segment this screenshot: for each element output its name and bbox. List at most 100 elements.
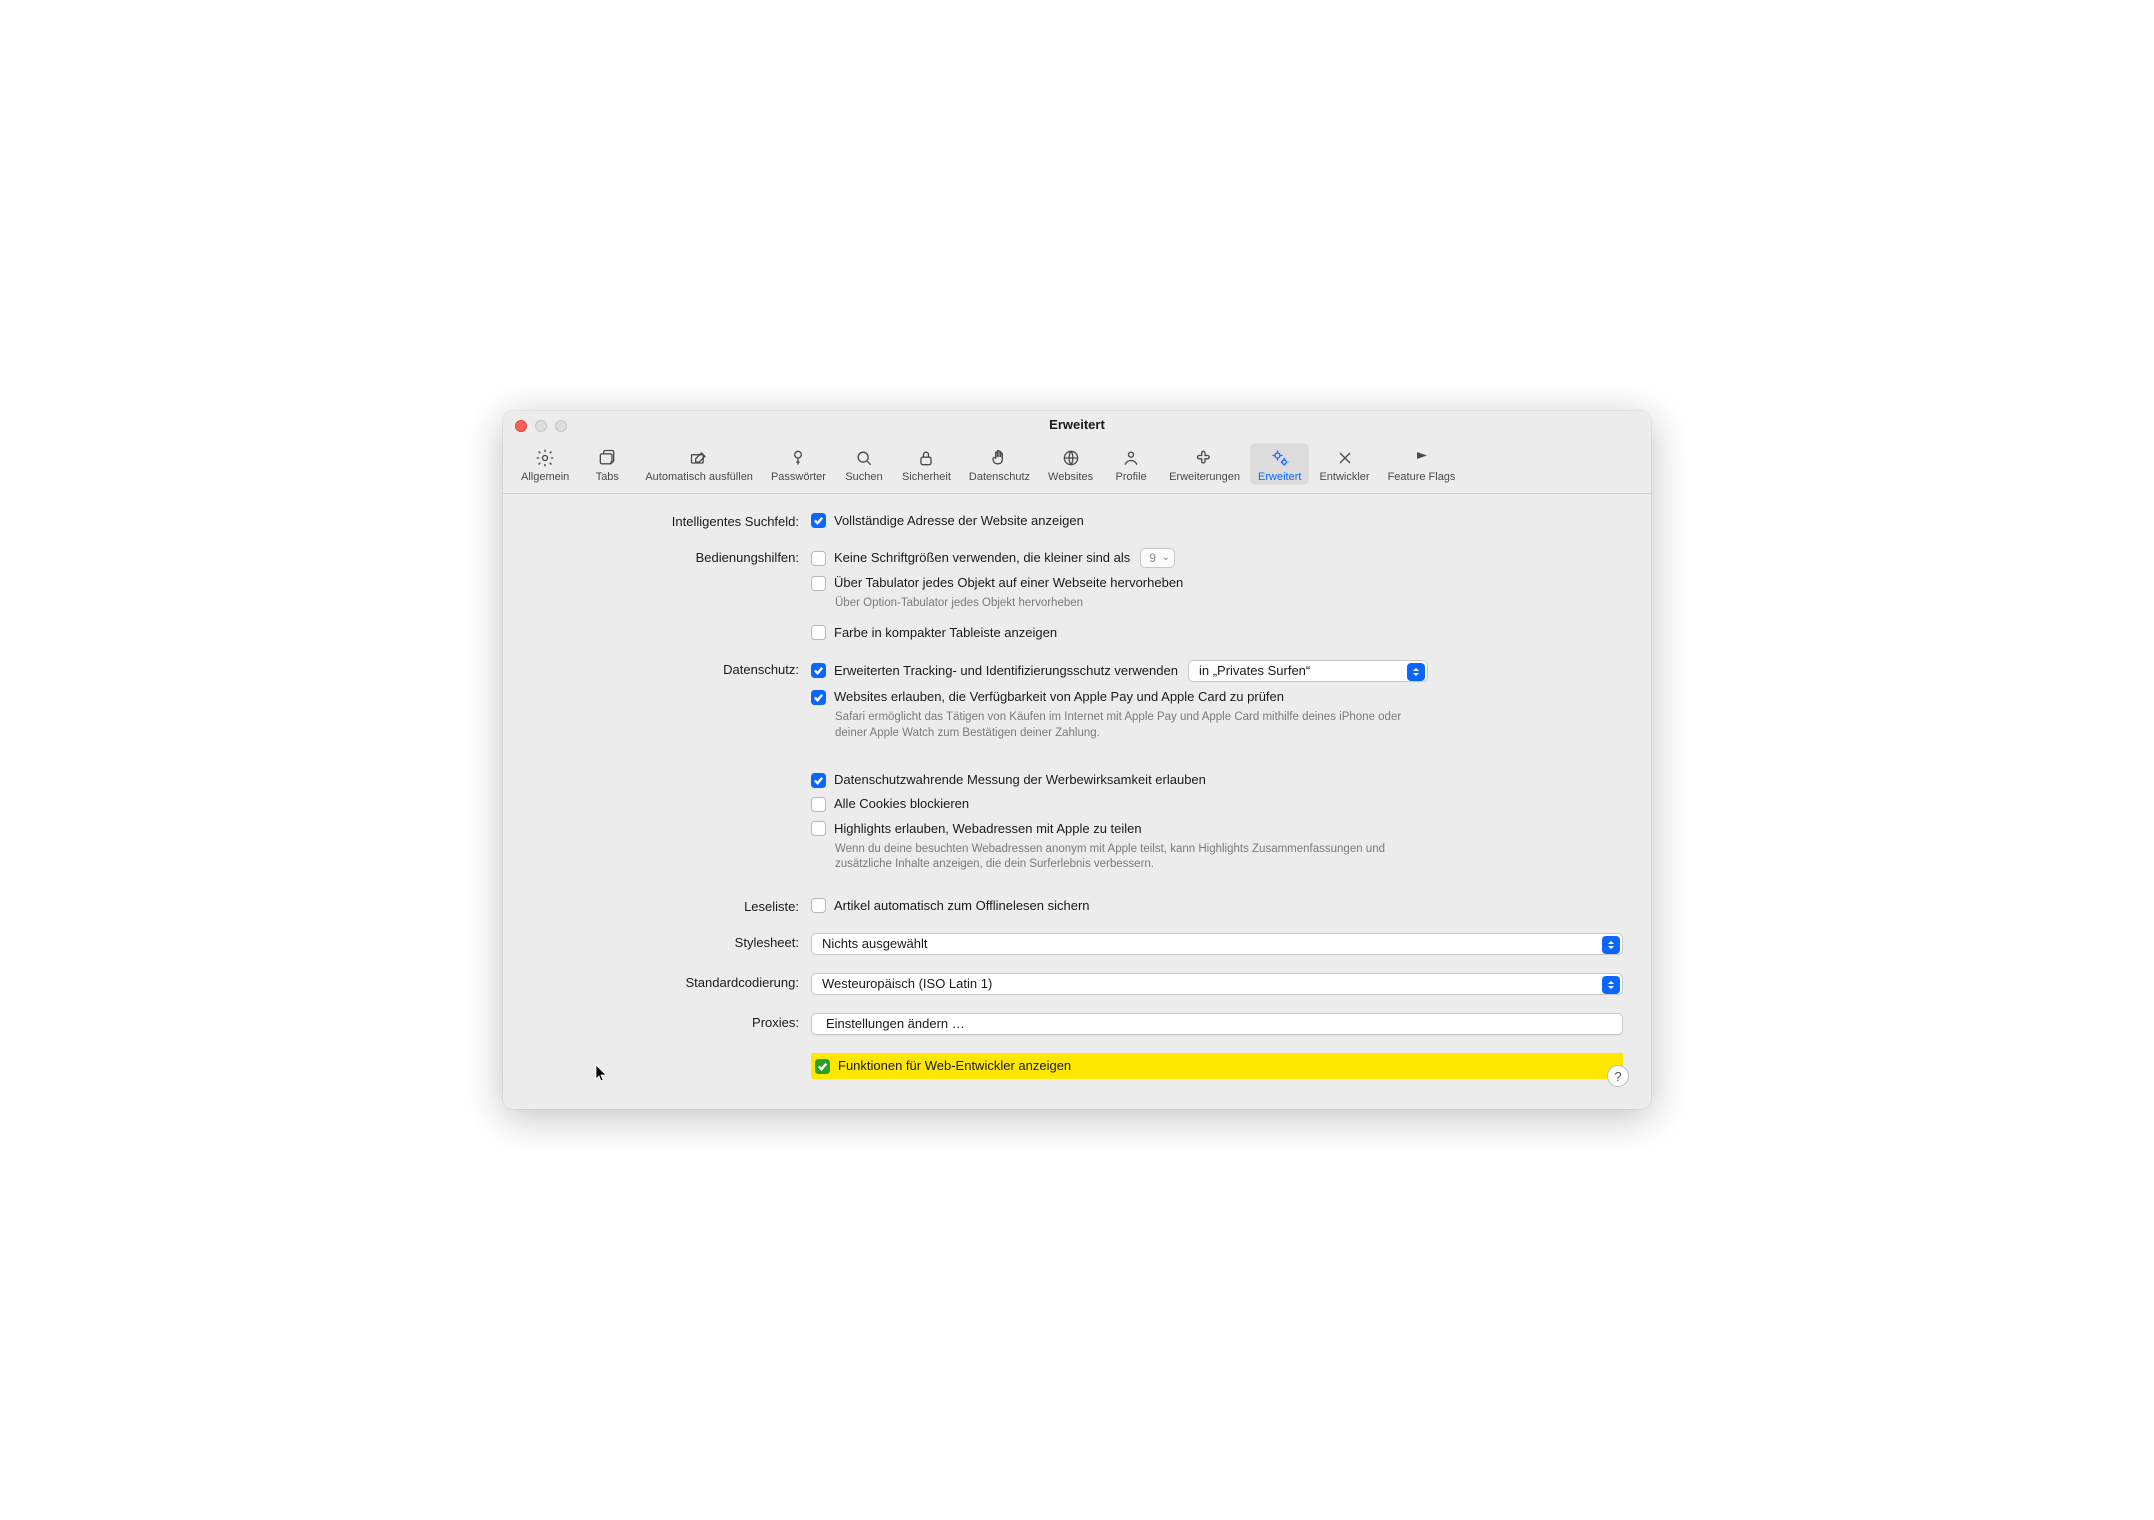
tab-extensions[interactable]: Erweiterungen: [1161, 443, 1248, 485]
tab-label: Erweitert: [1258, 471, 1301, 483]
tab-label: Erweiterungen: [1169, 471, 1240, 483]
tab-label: Profile: [1116, 471, 1147, 483]
key-icon: [787, 447, 809, 469]
tools-icon: [1334, 447, 1356, 469]
tab-flags[interactable]: Feature Flags: [1380, 443, 1464, 485]
hand-icon: [988, 447, 1010, 469]
check-icon: [811, 551, 826, 566]
section-label-stylesheet: Stylesheet:: [531, 933, 811, 950]
cursor-icon: [595, 1064, 609, 1087]
toolbar: Allgemein Tabs Automatisch ausfüllen Pas…: [503, 439, 1651, 494]
tab-advanced[interactable]: Erweitert: [1250, 443, 1309, 485]
globe-icon: [1060, 447, 1082, 469]
checkbox-label: Farbe in kompakter Tableiste anzeigen: [834, 624, 1057, 642]
tab-general[interactable]: Allgemein: [513, 443, 577, 485]
checkbox-label: Highlights erlauben, Webadressen mit App…: [834, 820, 1142, 838]
person-icon: [1120, 447, 1142, 469]
tab-label: Automatisch ausfüllen: [645, 471, 753, 483]
section-label-proxies: Proxies:: [531, 1013, 811, 1030]
hint-highlights: Wenn du deine besuchten Webadressen anon…: [811, 842, 1431, 873]
hint-apple-pay: Safari ermöglicht das Tätigen von Käufen…: [811, 710, 1431, 741]
checkbox-tab-highlight[interactable]: Über Tabulator jedes Objekt auf einer We…: [811, 574, 1623, 592]
updown-arrows-icon: [1602, 936, 1620, 954]
tab-label: Feature Flags: [1388, 471, 1456, 483]
content-area: Intelligentes Suchfeld: Vollständige Adr…: [503, 494, 1651, 1109]
tabs-icon: [596, 447, 618, 469]
minimize-icon[interactable]: [535, 420, 547, 432]
tab-developer[interactable]: Entwickler: [1311, 443, 1377, 485]
checkbox-highlights[interactable]: Highlights erlauben, Webadressen mit App…: [811, 820, 1623, 838]
tab-websites[interactable]: Websites: [1040, 443, 1101, 485]
font-size-value: 9: [1149, 550, 1156, 567]
tab-label: Websites: [1048, 471, 1093, 483]
tab-search[interactable]: Suchen: [836, 443, 892, 485]
checkbox-dev-features[interactable]: Funktionen für Web-Entwickler anzeigen: [815, 1057, 1071, 1075]
check-icon: [811, 821, 826, 836]
dev-features-highlight: Funktionen für Web-Entwickler anzeigen: [811, 1053, 1623, 1079]
check-icon: [811, 773, 826, 788]
help-button[interactable]: ?: [1607, 1065, 1629, 1087]
tab-label: Entwickler: [1319, 471, 1369, 483]
check-icon: [811, 576, 826, 591]
checkbox-label: Vollständige Adresse der Website anzeige…: [834, 512, 1084, 530]
tab-passwords[interactable]: Passwörter: [763, 443, 834, 485]
flag-icon: [1411, 447, 1433, 469]
checkbox-compact-color[interactable]: Farbe in kompakter Tableiste anzeigen: [811, 624, 1623, 642]
tab-privacy[interactable]: Datenschutz: [961, 443, 1038, 485]
encoding-popup[interactable]: Westeuropäisch (ISO Latin 1): [811, 973, 1623, 995]
lock-icon: [915, 447, 937, 469]
checkbox-ad-measurement[interactable]: Datenschutzwahrende Messung der Werbewir…: [811, 771, 1623, 789]
hint-tab-highlight: Über Option-Tabulator jedes Objekt hervo…: [811, 596, 1431, 612]
window-title: Erweitert: [1049, 417, 1105, 432]
titlebar: Erweitert: [503, 411, 1651, 439]
tab-label: Datenschutz: [969, 471, 1030, 483]
tab-autofill[interactable]: Automatisch ausfüllen: [637, 443, 761, 485]
popup-value: Nichts ausgewählt: [822, 936, 928, 951]
tracking-scope-popup[interactable]: in „Privates Surfen“: [1188, 660, 1428, 682]
popup-value: in „Privates Surfen“: [1199, 662, 1310, 680]
checkbox-label: Keine Schriftgrößen verwenden, die klein…: [834, 549, 1130, 567]
checkbox-apple-pay[interactable]: Websites erlauben, die Verfügbarkeit von…: [811, 688, 1623, 706]
tab-profiles[interactable]: Profile: [1103, 443, 1159, 485]
check-icon: [811, 625, 826, 640]
zoom-icon[interactable]: [555, 420, 567, 432]
gears-icon: [1269, 447, 1291, 469]
popup-value: Westeuropäisch (ISO Latin 1): [822, 976, 992, 991]
checkbox-label: Datenschutzwahrende Messung der Werbewir…: [834, 771, 1206, 789]
tab-label: Suchen: [845, 471, 882, 483]
tab-label: Allgemein: [521, 471, 569, 483]
change-proxy-button[interactable]: Einstellungen ändern …: [811, 1013, 1623, 1035]
section-label-reading-list: Leseliste:: [531, 897, 811, 914]
checkbox-label: Alle Cookies blockieren: [834, 795, 969, 813]
stylesheet-popup[interactable]: Nichts ausgewählt: [811, 933, 1623, 955]
checkbox-show-full-address[interactable]: Vollständige Adresse der Website anzeige…: [811, 512, 1623, 530]
pencil-icon: [688, 447, 710, 469]
font-size-stepper[interactable]: 9 ⌄: [1140, 548, 1175, 568]
updown-arrows-icon: [1407, 663, 1425, 681]
help-label: ?: [1614, 1069, 1621, 1084]
check-icon: [811, 513, 826, 528]
checkbox-label: Funktionen für Web-Entwickler anzeigen: [838, 1057, 1071, 1075]
section-label-dev: [531, 1053, 811, 1055]
preferences-window: Erweitert Allgemein Tabs Automatisch aus…: [503, 411, 1651, 1109]
gear-icon: [534, 447, 556, 469]
checkbox-save-offline[interactable]: Artikel automatisch zum Offlinelesen sic…: [811, 897, 1623, 915]
check-icon: [811, 690, 826, 705]
checkbox-label: Artikel automatisch zum Offlinelesen sic…: [834, 897, 1090, 915]
section-label-encoding: Standardcodierung:: [531, 973, 811, 990]
tab-tabs[interactable]: Tabs: [579, 443, 635, 485]
tab-security[interactable]: Sicherheit: [894, 443, 959, 485]
section-label-smart-search: Intelligentes Suchfeld:: [531, 512, 811, 529]
puzzle-icon: [1194, 447, 1216, 469]
checkbox-no-small-fonts[interactable]: Keine Schriftgrößen verwenden, die klein…: [811, 549, 1130, 567]
close-icon[interactable]: [515, 420, 527, 432]
checkbox-label: Erweiterten Tracking- und Identifizierun…: [834, 662, 1178, 680]
tab-label: Sicherheit: [902, 471, 951, 483]
chevron-down-icon: ⌄: [1162, 551, 1170, 565]
checkbox-label: Über Tabulator jedes Objekt auf einer We…: [834, 574, 1183, 592]
checkbox-block-cookies[interactable]: Alle Cookies blockieren: [811, 795, 1623, 813]
tab-label: Passwörter: [771, 471, 826, 483]
checkbox-advanced-tracking[interactable]: Erweiterten Tracking- und Identifizierun…: [811, 662, 1178, 680]
button-label: Einstellungen ändern …: [826, 1016, 965, 1031]
checkbox-label: Websites erlauben, die Verfügbarkeit von…: [834, 688, 1284, 706]
